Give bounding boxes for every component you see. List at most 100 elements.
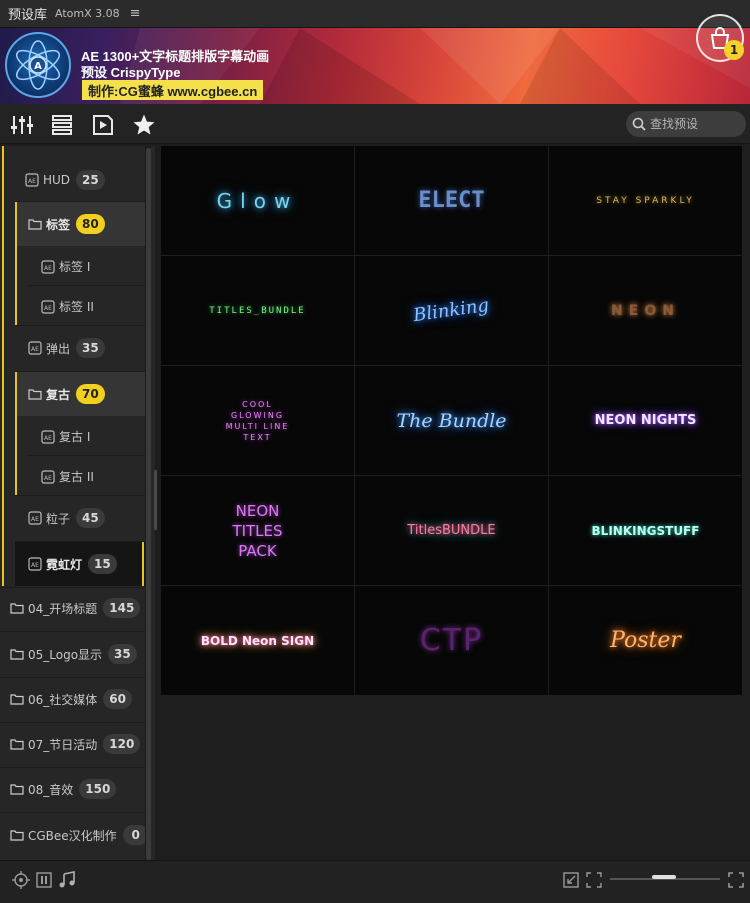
sidebar-item-label: 标签 I	[59, 260, 91, 274]
ae-file-icon: AE	[41, 259, 55, 274]
sidebar-scroll-thumb[interactable]	[146, 148, 151, 860]
search-box[interactable]	[626, 111, 746, 137]
folder-icon	[10, 782, 24, 796]
preset-tile-the-bundle[interactable]: The Bundle	[355, 366, 548, 475]
preset-tile-titles-bundle-retro[interactable]: TitlesBUNDLE	[355, 476, 548, 585]
svg-text:AE: AE	[44, 305, 52, 312]
preset-tile-neon-titles-pack[interactable]: NEON TITLES PACK	[161, 476, 354, 585]
music-note-icon[interactable]	[57, 870, 77, 890]
preset-tile-titles-bundle[interactable]: TITLES_BUNDLE	[161, 256, 354, 365]
sidebar-item-label: 复古 II	[59, 470, 94, 484]
sidebar-item-04-opening-titles[interactable]: 04_开场标题 145	[10, 598, 141, 618]
sidebar-item-retro-2[interactable]: AE 复古 II	[41, 468, 94, 485]
sidebar-item-retro[interactable]: 复古 70	[28, 384, 105, 404]
preset-tile-elect[interactable]: ELECT	[355, 146, 548, 255]
preset-tile-blinking-stuff[interactable]: BLINKINGSTUFF	[549, 476, 742, 585]
banner-subtitle: 预设 CrispyType	[81, 65, 181, 80]
preset-tile-bold-neon-sign[interactable]: BOLD Neon SIGN	[161, 586, 354, 695]
preset-tile-blinking[interactable]: Blinking	[355, 256, 548, 365]
count-badge: 145	[103, 598, 141, 618]
preset-tile-neon-nights[interactable]: NEON NIGHTS	[549, 366, 742, 475]
preset-tile-poster[interactable]: Poster	[549, 586, 742, 695]
divider	[15, 495, 145, 496]
expand-icon[interactable]	[726, 870, 746, 890]
list-icon[interactable]	[49, 112, 75, 138]
preset-tile-cool-glowing[interactable]: COOL GLOWING MULTI LINE TEXT	[161, 366, 354, 475]
preset-preview-text: ELECT	[418, 188, 485, 213]
sliders-icon[interactable]	[9, 112, 35, 138]
search-icon	[632, 117, 646, 131]
preset-preview-text: STAY SPARKLY	[596, 195, 695, 206]
sidebar-item-hud[interactable]: AE HUD 25	[25, 170, 105, 190]
target-icon[interactable]	[11, 870, 31, 890]
shrink-icon[interactable]	[561, 870, 581, 890]
sidebar-item-08-sound-effects[interactable]: 08_音效 150	[10, 779, 117, 799]
divider	[0, 587, 145, 588]
count-badge: 25	[76, 170, 105, 190]
sidebar-item-05-logo-reveal[interactable]: 05_Logo显示 35	[10, 644, 137, 664]
sidebar-item-tags-1[interactable]: AE 标签 I	[41, 258, 90, 275]
folder-icon	[10, 828, 24, 842]
folder-icon	[10, 647, 24, 661]
count-badge: 60	[103, 689, 132, 709]
hamburger-icon[interactable]: ≡	[130, 6, 141, 21]
count-badge: 150	[79, 779, 117, 799]
pause-icon[interactable]	[34, 870, 54, 890]
sidebar-item-label: 05_Logo显示	[28, 647, 103, 662]
preset-tile-ctp[interactable]: CTP	[355, 586, 548, 695]
preset-preview-text: BLINKINGSTUFF	[591, 523, 700, 538]
preset-preview-text: NEON TITLES PACK	[232, 501, 283, 560]
sidebar-item-retro-1[interactable]: AE 复古 I	[41, 428, 90, 445]
sidebar-item-label: 08_音效	[28, 782, 74, 797]
svg-text:AE: AE	[28, 178, 36, 185]
sidebar-item-neon[interactable]: AE 霓虹灯 15	[28, 554, 117, 574]
preset-preview-text: TITLES_BUNDLE	[209, 305, 306, 316]
promo-banner[interactable]: A AE 1300+文字标题排版字幕动画 预设 CrispyType 制作:CG…	[0, 28, 750, 104]
ae-file-icon: AE	[28, 511, 42, 525]
sidebar-item-07-holiday[interactable]: 07_节日活动 120	[10, 734, 141, 754]
sidebar-item-tags[interactable]: 标签 80	[28, 214, 105, 234]
sidebar-item-label: CGBee汉化制作	[28, 828, 117, 843]
sidebar-item-label: HUD	[43, 173, 71, 187]
preset-preview-text: Glow	[216, 188, 299, 213]
preset-preview-text: NEON NIGHTS	[594, 413, 697, 428]
sidebar-item-label: 复古 I	[59, 430, 91, 444]
divider	[0, 812, 145, 813]
sidebar-item-particles[interactable]: AE 粒子 45	[28, 508, 105, 528]
count-badge: 35	[108, 644, 137, 664]
ae-file-icon: AE	[41, 429, 55, 444]
sidebar-item-popup[interactable]: AE 弹出 35	[28, 338, 105, 358]
title-bar: 预设库 AtomX 3.08 ≡	[0, 0, 750, 28]
sidebar-item-tags-2[interactable]: AE 标签 II	[41, 298, 94, 315]
preset-tile-neon-dim[interactable]: NEON	[549, 256, 742, 365]
sidebar-item-label: 04_开场标题	[28, 601, 98, 616]
preset-tile-glow[interactable]: Glow	[161, 146, 354, 255]
svg-text:AE: AE	[44, 435, 52, 442]
active-indicator-bar	[142, 542, 144, 586]
sidebar-item-label: 弹出	[46, 341, 71, 356]
sidebar-item-cgbee[interactable]: CGBee汉化制作 0	[10, 825, 149, 845]
svg-text:AE: AE	[31, 562, 39, 569]
fullscreen-icon[interactable]	[584, 870, 604, 890]
star-icon[interactable]	[131, 112, 157, 138]
preset-preview-text: TitlesBUNDLE	[407, 523, 496, 538]
svg-text:A: A	[34, 61, 42, 72]
folder-icon	[28, 217, 42, 231]
app-title: 预设库	[8, 8, 48, 23]
sidebar-item-06-social-media[interactable]: 06_社交媒体 60	[10, 689, 132, 709]
slider-thumb[interactable]	[652, 875, 676, 879]
subgroup-indicator-bar	[15, 202, 17, 325]
svg-text:AE: AE	[31, 516, 39, 523]
search-input[interactable]	[650, 117, 745, 131]
svg-text:AE: AE	[44, 265, 52, 272]
app-version: AtomX 3.08	[55, 7, 120, 20]
play-icon[interactable]	[90, 112, 116, 138]
sidebar-item-label: 标签	[46, 217, 71, 232]
cart-count-badge: 1	[724, 40, 744, 60]
preset-tile-stay-sparkly[interactable]: STAY SPARKLY	[549, 146, 742, 255]
preset-preview-text: Poster	[610, 628, 681, 653]
divider	[0, 677, 145, 678]
panel-splitter[interactable]	[154, 470, 157, 530]
count-badge: 35	[76, 338, 105, 358]
preset-preview-text: COOL GLOWING MULTI LINE TEXT	[225, 399, 290, 442]
